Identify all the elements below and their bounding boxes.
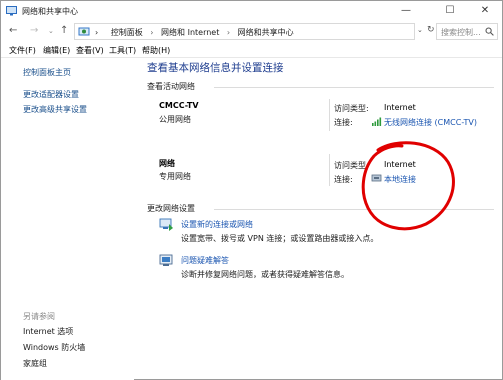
address-dropdown-button[interactable]: ⌄	[417, 26, 423, 34]
address-input[interactable]: › 控制面板 › 网络和 Internet › 网络和共享中心	[74, 23, 415, 40]
network-sharing-center-window: 网络和共享中心 — ☐ ✕ ← → ⌄ ↑ › 控制面板 › 网络和 Inter…	[0, 0, 503, 380]
page-title: 查看基本网络信息并设置连接	[147, 62, 284, 74]
change-settings-heading: 更改网络设置	[147, 204, 195, 213]
change-sharing-settings-link[interactable]: 更改高级共享设置	[23, 104, 87, 115]
section-divider	[214, 209, 494, 210]
title-bar: 网络和共享中心 — ☐ ✕	[1, 1, 502, 21]
breadcrumb-separator: ›	[150, 28, 154, 37]
network-name: 网络	[159, 159, 175, 168]
control-panel-home-link[interactable]: 控制面板主页	[23, 67, 71, 78]
up-button[interactable]: ↑	[60, 24, 68, 38]
network-center-icon	[6, 6, 17, 16]
control-panel-icon	[78, 27, 90, 36]
search-placeholder: 搜索控制...	[441, 28, 481, 37]
recent-locations-button[interactable]: ⌄	[48, 24, 54, 38]
address-bar: ← → ⌄ ↑ › 控制面板 › 网络和 Internet › 网络和共享中心 …	[1, 21, 502, 43]
setup-new-connection-link[interactable]: 设置新的连接或网络	[181, 219, 253, 230]
access-type-value: Internet	[384, 103, 416, 112]
ethernet-icon	[371, 174, 382, 182]
network-type: 公用网络	[159, 115, 191, 124]
troubleshoot-desc: 诊断并修复网络问题，或者获得疑难解答信息。	[181, 270, 349, 279]
back-button[interactable]: ←	[9, 24, 17, 38]
new-connection-icon	[159, 218, 173, 231]
forward-button[interactable]: →	[30, 24, 38, 38]
menu-help[interactable]: 帮助(H)	[142, 45, 170, 56]
wifi-signal-icon	[372, 117, 382, 126]
homegroup-link[interactable]: 家庭组	[23, 358, 47, 369]
section-divider	[214, 87, 494, 88]
search-input[interactable]: 搜索控制...	[436, 23, 498, 40]
close-button[interactable]: ✕	[468, 1, 502, 21]
column-divider	[329, 99, 330, 131]
connection-label: 连接:	[334, 118, 353, 127]
access-type-label: 访问类型:	[334, 161, 369, 170]
breadcrumb-sharing-center[interactable]: 网络和共享中心	[238, 28, 294, 37]
menu-tools[interactable]: 工具(T)	[109, 45, 136, 56]
breadcrumb-separator: ›	[226, 28, 231, 37]
menu-bar: 文件(F) 编辑(E) 查看(V) 工具(T) 帮助(H)	[1, 43, 502, 58]
active-networks-heading: 查看活动网络	[147, 82, 195, 91]
maximize-button[interactable]: ☐	[433, 1, 467, 21]
menu-edit[interactable]: 编辑(E)	[43, 45, 70, 56]
see-also-heading: 另请参阅	[23, 312, 55, 321]
menu-file[interactable]: 文件(F)	[9, 45, 36, 56]
window-title: 网络和共享中心	[22, 7, 78, 16]
access-type-value: Internet	[384, 160, 416, 169]
search-icon	[485, 27, 494, 36]
troubleshoot-link[interactable]: 问题疑难解答	[181, 255, 229, 266]
breadcrumb-separator: ›	[95, 28, 99, 37]
column-divider	[329, 154, 330, 186]
minimize-button[interactable]: —	[389, 1, 423, 21]
main-content: 查看基本网络信息并设置连接 查看活动网络 CMCC-TV 公用网络 访问类型: …	[134, 58, 502, 380]
internet-options-link[interactable]: Internet 选项	[23, 326, 73, 337]
refresh-button[interactable]: ↻	[427, 25, 435, 35]
change-adapter-settings-link[interactable]: 更改适配器设置	[23, 89, 79, 100]
breadcrumb-control-panel[interactable]: 控制面板	[111, 28, 143, 37]
setup-new-connection-desc: 设置宽带、拨号或 VPN 连接；或设置路由器或接入点。	[181, 234, 379, 243]
wireless-connection-link[interactable]: 无线网络连接 (CMCC-TV)	[384, 117, 477, 128]
menu-view[interactable]: 查看(V)	[76, 45, 104, 56]
left-pane: 控制面板主页 更改适配器设置 更改高级共享设置 另请参阅 Internet 选项…	[1, 58, 134, 380]
windows-firewall-link[interactable]: Windows 防火墙	[23, 342, 85, 353]
connection-label: 连接:	[334, 175, 353, 184]
local-connection-link[interactable]: 本地连接	[384, 174, 416, 185]
breadcrumb: › 控制面板 › 网络和 Internet › 网络和共享中心	[95, 27, 294, 38]
network-type: 专用网络	[159, 172, 191, 181]
network-name: CMCC-TV	[159, 101, 199, 110]
breadcrumb-network-internet[interactable]: 网络和 Internet	[161, 28, 219, 37]
access-type-label: 访问类型:	[334, 104, 369, 113]
troubleshoot-icon	[159, 254, 173, 266]
